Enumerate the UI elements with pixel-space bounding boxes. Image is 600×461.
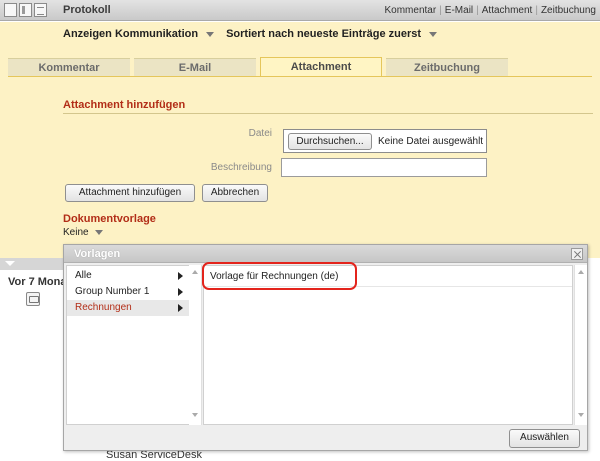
description-label: Beschreibung	[210, 162, 272, 173]
history-sidebar: Vor 7 Mona	[0, 258, 67, 461]
collapse-toggle[interactable]	[0, 258, 64, 270]
cancel-button[interactable]: Abbrechen	[202, 184, 268, 202]
no-file-text: Keine Datei ausgewählt	[378, 136, 484, 147]
comment-icon[interactable]	[26, 292, 40, 306]
dialog-titlebar: Vorlagen	[64, 245, 587, 263]
header-link-zeitbuchung[interactable]: Zeitbuchung	[541, 5, 596, 16]
header-link-email[interactable]: E-Mail	[445, 5, 473, 16]
category-item-rechnungen[interactable]: Rechnungen	[67, 300, 189, 316]
header-link-attachment[interactable]: Attachment	[482, 5, 533, 16]
tab-kommentar[interactable]: Kommentar	[8, 58, 130, 76]
scroll-up-icon[interactable]	[578, 270, 584, 274]
view-single-icon[interactable]	[4, 3, 17, 17]
tab-attachment[interactable]: Attachment	[260, 57, 382, 76]
chevron-down-icon[interactable]	[94, 230, 103, 235]
protocol-title: Protokoll	[63, 4, 111, 16]
highlight-annotation	[202, 262, 357, 290]
category-label: Rechnungen	[75, 302, 132, 313]
header-link-kommentar[interactable]: Kommentar	[385, 5, 437, 16]
view-split-icon[interactable]	[19, 3, 32, 17]
scroll-down-icon[interactable]	[192, 413, 198, 417]
select-button[interactable]: Auswählen	[509, 429, 580, 448]
compose-tabs: Kommentar E-Mail Attachment Zeitbuchung	[8, 57, 508, 76]
chevron-down-icon[interactable]	[206, 31, 215, 37]
close-icon[interactable]	[571, 248, 583, 260]
show-filter-dropdown[interactable]: Anzeigen Kommunikation	[63, 28, 198, 40]
tab-underline	[8, 76, 592, 77]
tab-email[interactable]: E-Mail	[134, 58, 256, 76]
template-scrollbar[interactable]	[574, 265, 587, 425]
chevron-right-icon	[178, 288, 183, 296]
protocol-header: Protokoll Kommentar | E-Mail | Attachment |…	[0, 0, 600, 21]
attachment-section-title: Attachment hinzufügen	[63, 99, 186, 111]
dialog-title: Vorlagen	[74, 248, 121, 260]
document-template-value: Keine	[63, 227, 89, 238]
category-scrollbar[interactable]	[189, 265, 202, 425]
category-label: Alle	[75, 270, 92, 281]
file-label: Datei	[248, 128, 272, 139]
file-picker: Durchsuchen... Keine Datei ausgewählt	[283, 129, 487, 153]
add-attachment-button[interactable]: Attachment hinzufügen	[65, 184, 195, 202]
chevron-right-icon	[178, 304, 183, 312]
document-template-select[interactable]: Keine	[63, 227, 103, 238]
document-template-title: Dokumentvorlage	[63, 213, 156, 225]
sort-filter-dropdown[interactable]: Sortiert nach neueste Einträge zuerst	[226, 28, 421, 40]
description-input[interactable]	[281, 158, 487, 177]
category-list: Alle Group Number 1 Rechnungen	[66, 265, 190, 425]
browse-button[interactable]: Durchsuchen...	[288, 133, 372, 150]
scroll-down-icon[interactable]	[578, 413, 584, 417]
view-toggle-group	[4, 3, 47, 17]
tab-zeitbuchung[interactable]: Zeitbuchung	[386, 58, 508, 76]
history-date: Vor 7 Mona	[8, 276, 67, 288]
scroll-up-icon[interactable]	[192, 270, 198, 274]
chevron-down-icon[interactable]	[429, 31, 438, 37]
category-item-group-number-1[interactable]: Group Number 1	[67, 284, 189, 300]
category-item-alle[interactable]: Alle	[67, 268, 189, 284]
header-actions: Kommentar | E-Mail | Attachment | Zeitbuchu…	[384, 5, 597, 16]
templates-dialog: Vorlagen Alle Group Number 1 Rechnungen …	[63, 244, 588, 451]
view-list-icon[interactable]	[34, 3, 47, 17]
category-label: Group Number 1	[75, 286, 150, 297]
chevron-right-icon	[178, 272, 183, 280]
section-divider	[63, 113, 593, 114]
filter-row: Anzeigen Kommunikation Sortiert nach neu…	[63, 28, 445, 40]
